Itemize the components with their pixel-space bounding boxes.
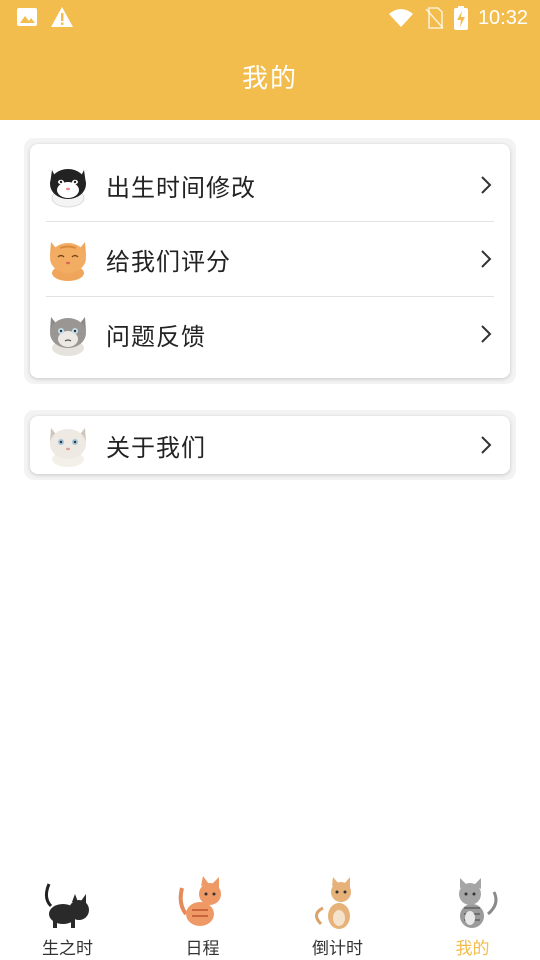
- nav-label: 倒计时: [312, 939, 363, 959]
- menu-item-birth-time[interactable]: 出生时间修改: [46, 148, 494, 222]
- image-icon: [17, 8, 37, 26]
- beige-cat-icon: [314, 877, 351, 929]
- menu-card-outer: 出生时间修改 给我们评分 问题反馈: [24, 138, 516, 384]
- status-bar: 10:32: [0, 0, 540, 36]
- nav-item-countdown[interactable]: 倒计时: [270, 864, 405, 960]
- menu-card: 出生时间修改 给我们评分 问题反馈: [30, 144, 510, 378]
- orange-cat-icon: [178, 876, 221, 926]
- menu-item-label: 出生时间修改: [106, 173, 256, 202]
- status-time: 10:32: [477, 6, 528, 29]
- menu-item-feedback[interactable]: 问题反馈: [46, 297, 494, 371]
- nav-label: 生之时: [42, 939, 93, 959]
- warning-icon: [51, 7, 73, 27]
- nav-item-schedule[interactable]: 日程: [135, 864, 270, 960]
- menu-item-label: 问题反馈: [106, 322, 206, 351]
- orange-cat-avatar-icon: [50, 242, 86, 281]
- menu-card: 关于我们: [30, 416, 510, 474]
- white-cat-avatar-icon: [50, 428, 86, 467]
- wifi-icon: [388, 9, 413, 27]
- menu-item-about-us[interactable]: 关于我们: [46, 408, 494, 482]
- black-white-cat-avatar-icon: [50, 169, 86, 208]
- page-title: 我的: [241, 64, 298, 94]
- menu-item-label: 给我们评分: [106, 247, 231, 276]
- menu-item-rate-us[interactable]: 给我们评分: [46, 222, 494, 296]
- chevron-right-icon: [481, 436, 492, 454]
- nav-item-birth-time[interactable]: 生之时: [0, 864, 135, 960]
- chevron-right-icon: [481, 325, 492, 343]
- app-bar: 我的: [0, 36, 540, 120]
- gray-cat-icon: [458, 878, 497, 928]
- nav-item-mine[interactable]: 我的: [405, 864, 540, 960]
- nav-label: 日程: [185, 939, 220, 959]
- nav-label: 我的: [455, 939, 490, 959]
- no-sim-icon: [425, 7, 444, 29]
- black-cat-icon: [44, 883, 89, 928]
- menu-item-label: 关于我们: [106, 433, 206, 462]
- chevron-right-icon: [481, 250, 492, 268]
- menu-card-outer: 关于我们: [24, 410, 516, 480]
- gray-cat-avatar-icon: [50, 317, 86, 356]
- battery-charging-icon: [453, 6, 468, 30]
- bottom-nav: 生之时 日程 倒计时 我的: [0, 864, 540, 960]
- chevron-right-icon: [481, 176, 492, 194]
